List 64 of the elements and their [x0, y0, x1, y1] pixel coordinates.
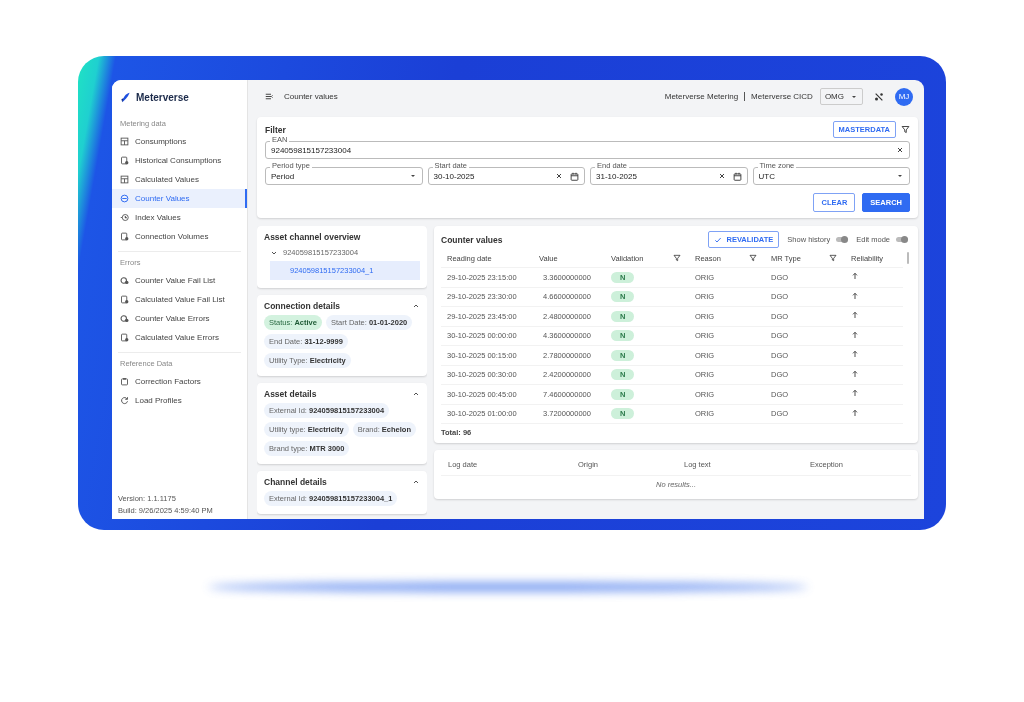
document-icon — [120, 232, 129, 241]
gear-icon — [120, 276, 129, 285]
arrow-up-icon — [851, 311, 859, 320]
sidebar-item[interactable]: Counter Value Fail List — [112, 271, 247, 290]
close-icon[interactable] — [896, 146, 904, 154]
document-icon — [120, 156, 129, 165]
close-icon[interactable] — [555, 172, 563, 180]
sidebar-item[interactable]: Load Profiles — [112, 391, 247, 410]
document-icon — [120, 295, 129, 304]
gear-icon — [120, 314, 129, 323]
refresh-icon — [120, 396, 129, 405]
arrow-up-icon — [851, 350, 859, 359]
chevron-up-icon[interactable] — [412, 390, 420, 398]
calendar-icon[interactable] — [732, 171, 742, 181]
menu-icon[interactable] — [265, 92, 274, 101]
sidebar-item[interactable]: Consumptions — [112, 132, 247, 151]
toggle-switch[interactable] — [896, 237, 908, 242]
clipboard-icon — [120, 377, 129, 386]
table-icon — [120, 175, 129, 184]
chevron-up-icon[interactable] — [412, 478, 420, 486]
avatar[interactable]: MJ — [895, 87, 913, 106]
sidebar-item[interactable]: Counter Value Errors — [112, 309, 247, 328]
sidebar-item[interactable]: Historical Consumptions — [112, 151, 247, 170]
arrow-up-icon — [851, 389, 859, 398]
filter-icon[interactable] — [829, 254, 837, 262]
document-icon — [120, 333, 129, 342]
sidebar-item[interactable]: Correction Factors — [112, 372, 247, 391]
tools-icon[interactable] — [874, 91, 884, 102]
app-link[interactable]: Meterverse CICD — [751, 92, 813, 101]
filter-icon[interactable] — [673, 254, 681, 262]
panel-title: Connection details — [264, 301, 341, 311]
table-icon — [120, 137, 129, 146]
chevron-up-icon[interactable] — [412, 302, 420, 310]
sidebar-item[interactable]: Index Values — [112, 208, 247, 227]
sidebar-item[interactable]: Calculated Value Errors — [112, 328, 247, 347]
arrow-up-icon — [851, 291, 859, 300]
arrow-up-icon — [851, 330, 859, 339]
calendar-icon[interactable] — [570, 171, 579, 181]
arrow-up-icon — [851, 408, 859, 417]
panel-title: Asset details — [264, 389, 317, 399]
close-icon[interactable] — [717, 172, 726, 180]
toggle-switch[interactable] — [836, 237, 849, 242]
sidebar-item[interactable]: Calculated Values — [112, 170, 247, 189]
app-link[interactable]: Meterverse Metering — [664, 92, 739, 101]
panel-title: Filter — [265, 124, 286, 135]
history-icon — [120, 213, 129, 222]
sidebar-item[interactable]: Calculated Value Fail List — [112, 290, 247, 309]
rocket-icon — [120, 91, 131, 104]
sidebar-item[interactable]: Connection Volumes — [112, 227, 247, 246]
tenant-select[interactable]: OMG — [819, 88, 863, 105]
caret-icon — [896, 172, 904, 180]
filter-icon[interactable] — [749, 254, 757, 262]
arrow-up-icon — [851, 369, 859, 378]
panel-title: Asset channel overview — [264, 232, 362, 242]
panel-title: Channel details — [264, 477, 327, 487]
page-title: Counter values — [284, 92, 338, 101]
filter-icon[interactable] — [901, 125, 910, 134]
check-icon — [714, 235, 723, 244]
input-field[interactable]: 924059815157233004 — [265, 141, 910, 159]
panel-title: Counter values — [441, 234, 503, 245]
arrow-up-icon — [851, 272, 859, 281]
app-logo: Meterverse — [136, 92, 189, 103]
sidebar-item[interactable]: Counter Values — [112, 189, 247, 208]
scrollbar[interactable] — [907, 252, 909, 264]
